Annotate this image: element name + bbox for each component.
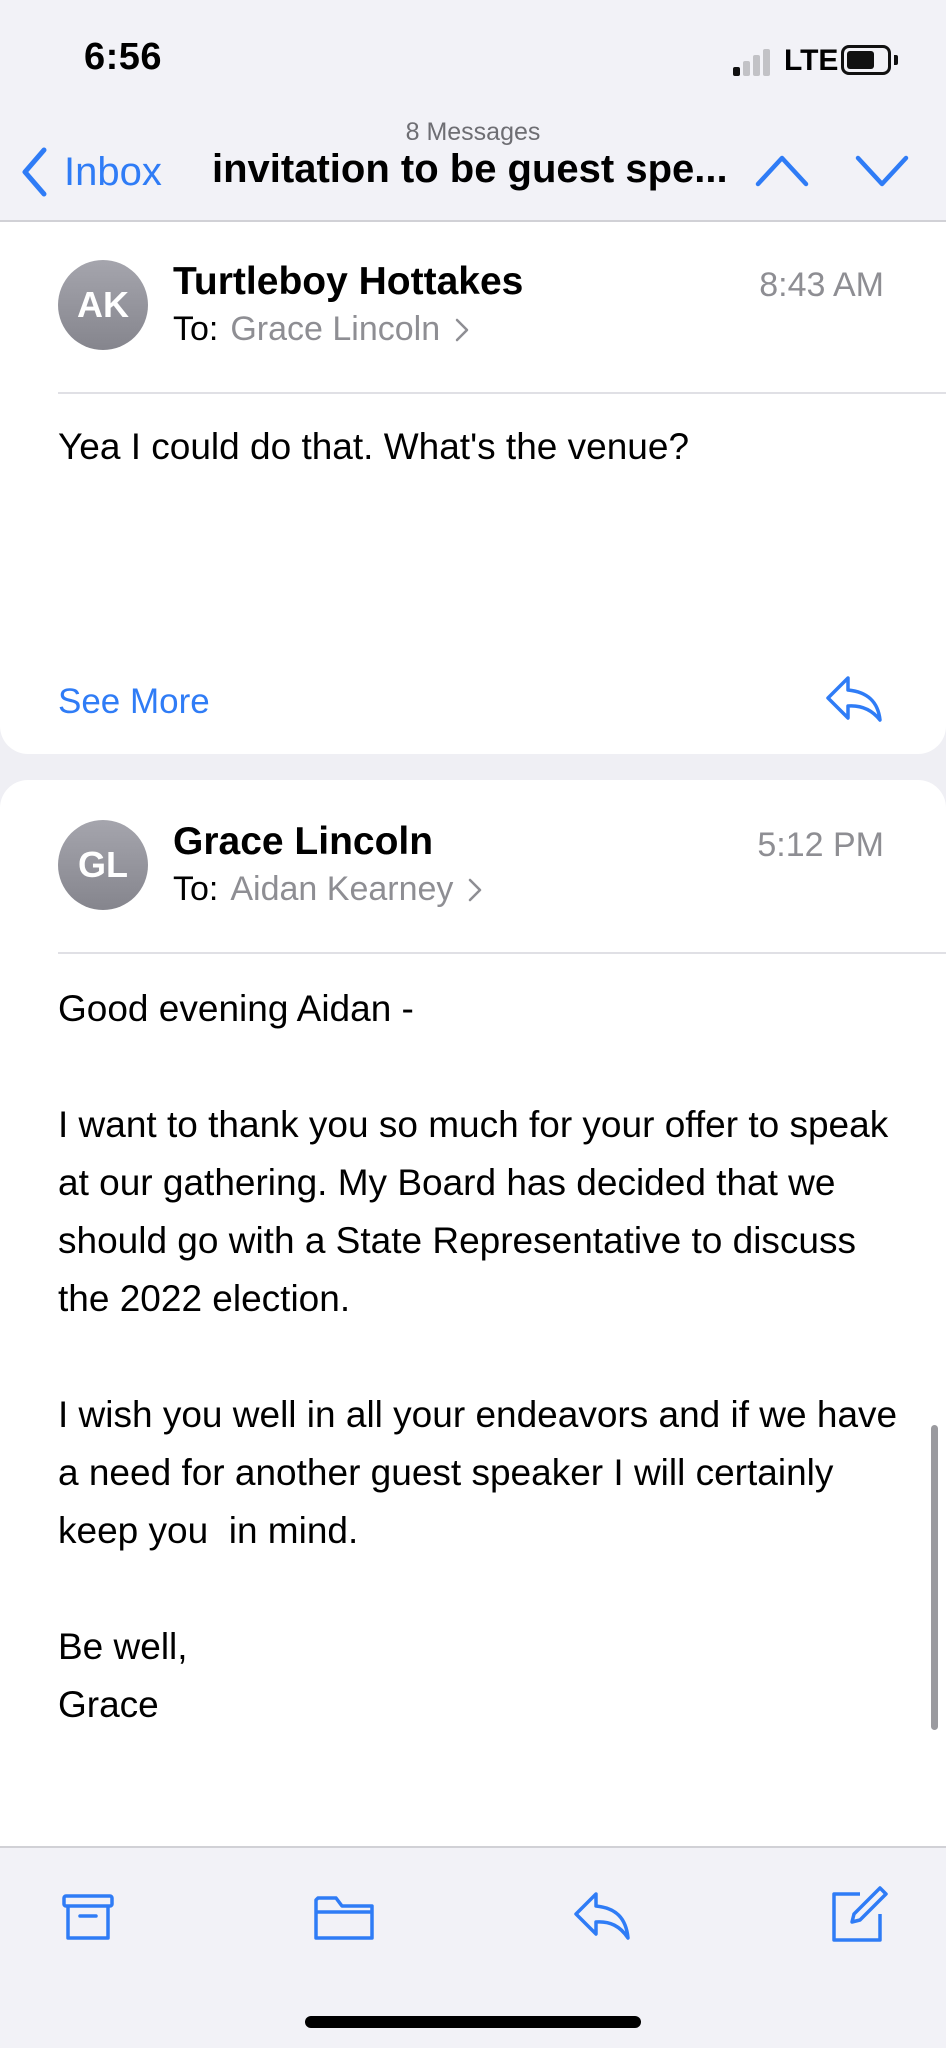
message-body: Good evening Aidan - I want to thank you… [58, 988, 898, 1725]
message-card: GL Grace Lincoln To: Aidan Kearney 5:12 … [0, 780, 946, 1846]
back-to-inbox-button[interactable]: Inbox [20, 142, 162, 202]
recipient-name: Grace Lincoln [230, 310, 441, 348]
chevron-left-icon [22, 147, 47, 197]
reply-icon[interactable] [570, 1886, 634, 1946]
reply-icon[interactable] [824, 672, 884, 724]
thread-title: invitation to be guest spe... [212, 147, 728, 191]
status-time: 6:56 [84, 36, 163, 78]
header-divider [58, 392, 946, 394]
avatar: GL [58, 820, 148, 910]
to-label: To: [173, 310, 219, 348]
battery-tip [894, 55, 898, 65]
avatar: AK [58, 260, 148, 350]
header-divider [58, 952, 946, 954]
bottom-toolbar [0, 1846, 946, 2048]
previous-message-button[interactable] [754, 148, 810, 192]
recipient-line[interactable]: To: Grace Lincoln [173, 310, 470, 349]
next-message-button[interactable] [854, 148, 910, 192]
see-more-link[interactable]: See More [58, 682, 210, 722]
scrollbar[interactable] [931, 1425, 938, 1730]
navigation-bar: Inbox 8 Messages invitation to be guest … [0, 112, 946, 222]
compose-icon[interactable] [826, 1886, 890, 1946]
message-body: Yea I could do that. What's the venue? [58, 426, 690, 467]
battery-icon [841, 45, 891, 75]
back-label: Inbox [64, 149, 162, 194]
message-card: AK Turtleboy Hottakes To: Grace Lincoln … [0, 222, 946, 754]
chevron-right-icon [455, 318, 469, 341]
folder-icon[interactable] [312, 1886, 376, 1946]
chevron-right-icon [469, 878, 482, 901]
recipient-line[interactable]: To: Aidan Kearney [173, 870, 483, 909]
status-bar: 6:56 LTE [0, 0, 946, 112]
message-time: 5:12 PM [757, 826, 884, 864]
sender-name[interactable]: Turtleboy Hottakes [173, 260, 523, 304]
home-indicator [305, 2016, 641, 2028]
network-type: LTE [784, 44, 839, 77]
sender-name[interactable]: Grace Lincoln [173, 820, 433, 864]
message-time: 8:43 AM [759, 266, 884, 304]
to-label: To: [173, 870, 219, 908]
cellular-signal-icon [733, 48, 773, 76]
message-count: 8 Messages [405, 118, 541, 146]
archive-icon[interactable] [56, 1886, 120, 1946]
recipient-name: Aidan Kearney [230, 870, 454, 908]
